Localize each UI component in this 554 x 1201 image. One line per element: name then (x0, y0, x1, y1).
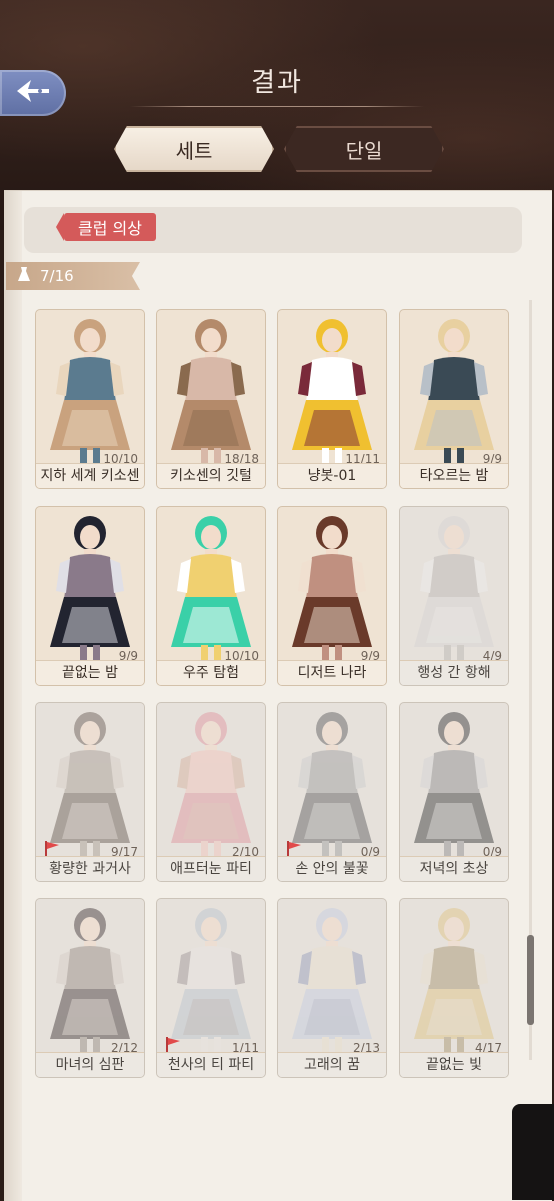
outfit-character-image (414, 319, 494, 464)
outfit-character-image (50, 516, 130, 661)
outfit-card[interactable]: 9/9 타오르는 밤 (399, 309, 509, 489)
club-outfit-tag[interactable]: 클럽 의상 (56, 213, 156, 241)
outfit-character-image (50, 908, 130, 1053)
outfit-character-image (50, 319, 130, 464)
outfit-character-image (292, 712, 372, 857)
outfit-character-image (292, 319, 372, 464)
outfit-name: 천사의 티 파티 (157, 1052, 265, 1077)
tab-single[interactable]: 단일 (284, 126, 444, 172)
outfit-name: 행성 간 항해 (400, 660, 508, 685)
outfit-character-image (414, 516, 494, 661)
outfit-name: 저녁의 초상 (400, 856, 508, 881)
outfit-card[interactable]: 0/9 저녁의 초상 (399, 702, 509, 882)
outfit-card[interactable]: 2/10 애프터눈 파티 (156, 702, 266, 882)
outfit-name: 황량한 과거사 (36, 856, 144, 881)
outfit-character-image (171, 516, 251, 661)
outfit-card[interactable]: 10/10 지하 세계 키소센 (35, 309, 145, 489)
outfit-character-image (171, 319, 251, 464)
dress-icon (16, 266, 32, 286)
outfit-name: 냥봇-01 (278, 463, 386, 488)
page-title: 결과 (251, 68, 303, 98)
outfit-name: 지하 세계 키소센 (36, 463, 144, 488)
outfit-name: 마녀의 심판 (36, 1052, 144, 1077)
outfit-card[interactable]: 11/11 냥봇-01 (277, 309, 387, 489)
outfit-card[interactable]: 9/9 끝없는 밤 (35, 506, 145, 686)
outfit-character-image (171, 908, 251, 1053)
side-overlay (512, 1104, 554, 1200)
outfit-card[interactable]: 1/11 천사의 티 파티 (156, 898, 266, 1078)
outfit-card[interactable]: 9/9 디저트 나라 (277, 506, 387, 686)
outfit-name: 끝없는 밤 (36, 660, 144, 685)
outfit-card[interactable]: 2/12 마녀의 심판 (35, 898, 145, 1078)
outfit-name: 애프터눈 파티 (157, 856, 265, 881)
outfit-card[interactable]: 18/18 키소센의 깃털 (156, 309, 266, 489)
outfit-character-image (292, 516, 372, 661)
outfit-name: 디저트 나라 (278, 660, 386, 685)
tab-set[interactable]: 세트 (114, 126, 274, 172)
outfit-name: 키소센의 깃털 (157, 463, 265, 488)
collection-count-ribbon: 7/16 (6, 262, 140, 290)
outfit-character-image (171, 712, 251, 857)
outfit-card[interactable]: 2/13 고래의 꿈 (277, 898, 387, 1078)
outfit-character-image (292, 908, 372, 1053)
outfit-name: 손 안의 불꽃 (278, 856, 386, 881)
outfit-name: 우주 탐험 (157, 660, 265, 685)
outfit-card[interactable]: 9/17 황량한 과거사 (35, 702, 145, 882)
outfit-card[interactable]: 4/9 행성 간 항해 (399, 506, 509, 686)
outfit-name: 고래의 꿈 (278, 1052, 386, 1077)
scrollbar-thumb[interactable] (527, 935, 534, 1025)
outfit-character-image (414, 712, 494, 857)
outfit-name: 끝없는 빛 (400, 1052, 508, 1077)
outfit-card[interactable]: 4/17 끝없는 빛 (399, 898, 509, 1078)
outfit-character-image (50, 712, 130, 857)
outfit-card[interactable]: 10/10 우주 탐험 (156, 506, 266, 686)
outfit-card[interactable]: 0/9 손 안의 불꽃 (277, 702, 387, 882)
title-divider (130, 106, 424, 107)
outfit-name: 타오르는 밤 (400, 463, 508, 488)
outfit-character-image (414, 908, 494, 1053)
collection-count: 7/16 (40, 267, 74, 285)
